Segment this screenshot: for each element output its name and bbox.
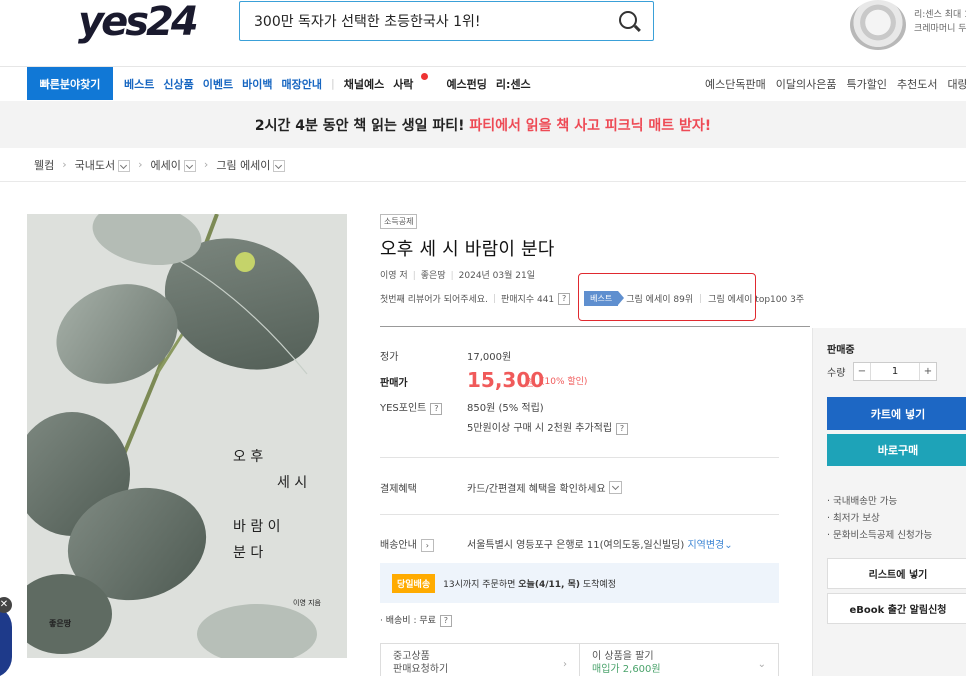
main-nav: 빠른분야찾기 베스트 신상품 이벤트 바이백 매장안내 | 채널예스 사락 예스…: [0, 66, 966, 101]
tax-deduction-tag: 소득공제: [380, 214, 418, 229]
promo-logo-icon[interactable]: [850, 0, 906, 50]
new-badge-icon: [421, 72, 429, 80]
search-icon[interactable]: [619, 11, 637, 29]
help-icon[interactable]: ?: [430, 403, 443, 415]
nav-bulk[interactable]: 대량구: [947, 76, 966, 92]
nav-license[interactable]: 리:센스: [496, 76, 531, 92]
close-icon[interactable]: ✕: [0, 597, 12, 613]
search-value: 300만 독자가 선택한 초등한국사 1위!: [254, 14, 481, 30]
points-label: YES포인트?: [380, 399, 443, 415]
nav-sarak[interactable]: 사락: [393, 72, 437, 92]
breadcrumb: 웰컴 › 국내도서 › 에세이 › 그림 에세이: [0, 148, 966, 182]
sale-status: 판매중: [827, 345, 855, 356]
add-to-list-button[interactable]: 리스트에 넣기: [827, 558, 966, 589]
nav-best[interactable]: 베스트: [124, 76, 154, 92]
floating-widget[interactable]: [0, 606, 12, 676]
help-icon[interactable]: ?: [558, 292, 571, 305]
sale-price-label: 판매가: [380, 378, 408, 389]
purchase-benefits: · 국내배송만 가능 · 최저가 보상 · 문화비소득공제 신청가능: [827, 496, 933, 541]
chevron-right-icon: ›: [563, 659, 567, 670]
add-to-cart-button[interactable]: 카트에 넣기: [827, 397, 966, 430]
used-product-request[interactable]: 중고상품 판매요청하기 ›: [380, 643, 580, 676]
breadcrumb-essay[interactable]: 에세이: [151, 157, 181, 173]
shipping-label: 배송안내 ›: [380, 536, 434, 552]
sell-this-product[interactable]: 이 상품을 팔기 매입가 2,600원 ⌄: [579, 643, 779, 676]
points-value: 850원 (5% 적립): [467, 403, 544, 414]
quantity-input[interactable]: 1: [871, 366, 919, 377]
yes24-logo[interactable]: yes24: [78, 2, 199, 42]
help-icon[interactable]: ?: [439, 615, 452, 627]
nav-funding[interactable]: 예스펀딩: [446, 76, 486, 92]
nav-channel-yes[interactable]: 채널예스: [344, 76, 384, 92]
chevron-down-icon[interactable]: [118, 159, 131, 172]
chevron-down-icon: ⌄: [757, 659, 766, 670]
cover-title: 오 후 세 시 바 람 이 분 다: [233, 449, 308, 561]
payment-label: 결제혜택: [380, 484, 417, 495]
ebook-alert-button[interactable]: eBook 출간 알림신청: [827, 593, 966, 624]
list-price-label: 정가: [380, 352, 399, 363]
nav-buyback[interactable]: 바이백: [242, 76, 272, 92]
nav-recommended[interactable]: 추천도서: [897, 76, 937, 92]
book-cover-image[interactable]: 오 후 세 시 바 람 이 분 다 이영 지음 좋은땅: [27, 214, 347, 658]
payment-benefit[interactable]: 카드/간편결제 혜택을 확인하세요: [467, 479, 622, 495]
nav-exclusive[interactable]: 예스단독판매: [705, 76, 766, 92]
product-meta: 이영 저 | 좋은땅 | 2024년 03월 21일: [380, 271, 536, 281]
divider: [380, 514, 779, 515]
quick-category-button[interactable]: 빠른분야찾기: [27, 67, 113, 100]
chevron-down-icon[interactable]: [273, 159, 286, 172]
author-link[interactable]: 이영 저: [380, 271, 408, 281]
cover-publisher: 좋은땅: [49, 619, 72, 628]
nav-new[interactable]: 신상품: [163, 76, 193, 92]
nav-gifts[interactable]: 이달의사은품: [776, 76, 837, 92]
search-input[interactable]: 300만 독자가 선택한 초등한국사 1위!: [239, 1, 654, 41]
discount-rate: (10% 할인): [541, 377, 588, 387]
chevron-down-icon[interactable]: ⌄: [724, 540, 732, 551]
quantity-stepper[interactable]: − 1 +: [853, 362, 937, 381]
breadcrumb-chevron-icon: ›: [203, 158, 209, 171]
breadcrumb-chevron-icon: ›: [62, 158, 67, 171]
breadcrumb-home[interactable]: 웰컴: [34, 157, 54, 173]
breadcrumb-picture-essay[interactable]: 그림 에세이: [216, 157, 270, 173]
chevron-down-icon[interactable]: [608, 481, 622, 494]
review-prompt-link[interactable]: 첫번째 리뷰어가 되어주세요.: [380, 292, 488, 305]
publish-date: 2024년 03월 21일: [458, 271, 536, 281]
shipping-address: 서울특별시 영등포구 은행로 11(여의도동,일신빌딩) 지역변경⌄: [467, 540, 733, 551]
help-icon[interactable]: ?: [616, 423, 629, 435]
product-title: 오후 세 시 바람이 분다: [380, 239, 555, 260]
quantity-label: 수량: [827, 368, 846, 379]
list-price: 17,000원: [467, 352, 512, 363]
promo-text[interactable]: 리:센스 최대 1 크레마머니 두: [914, 8, 966, 36]
divider: [380, 457, 779, 458]
divider: [380, 326, 810, 327]
chevron-right-icon[interactable]: ›: [420, 539, 434, 552]
points-extra: 5만원이상 구매 시 2천원 추가적립?: [467, 419, 629, 435]
same-day-badge: 당일배송: [392, 573, 436, 593]
nav-divider: |: [330, 77, 335, 90]
publisher-link[interactable]: 좋은땅: [421, 271, 446, 281]
shipping-fee: · 배송비 : 무료?: [380, 613, 452, 627]
nav-store[interactable]: 매장안내: [282, 76, 322, 92]
breadcrumb-domestic[interactable]: 국내도서: [75, 157, 115, 173]
nav-special-discount[interactable]: 특가할인: [846, 76, 886, 92]
chevron-down-icon[interactable]: [183, 159, 196, 172]
increase-button[interactable]: +: [919, 363, 936, 380]
change-location-link[interactable]: 지역변경: [687, 540, 724, 551]
sales-index: 판매지수 441: [501, 295, 555, 305]
breadcrumb-chevron-icon: ›: [138, 158, 143, 171]
buy-now-button[interactable]: 바로구매: [827, 434, 966, 466]
eucalyptus-illustration: [27, 214, 347, 658]
nav-event[interactable]: 이벤트: [203, 76, 233, 92]
sale-price-unit: 원: [525, 378, 535, 389]
banner-highlight: 파티에서 읽을 책 사고 피크닉 매트 받자!: [469, 117, 712, 134]
banner-text: 2시간 4분 동안 책 읽는 생일 파티!: [254, 117, 465, 134]
same-day-delivery: 당일배송 13시까지 주문하면 오늘(4/11, 목) 도착예정: [380, 563, 779, 603]
cover-author: 이영 지음: [293, 599, 321, 607]
event-banner[interactable]: 2시간 4분 동안 책 읽는 생일 파티! 파티에서 읽을 책 사고 피크닉 매…: [0, 101, 966, 148]
highlight-box: [578, 273, 756, 321]
decrease-button[interactable]: −: [854, 363, 871, 380]
